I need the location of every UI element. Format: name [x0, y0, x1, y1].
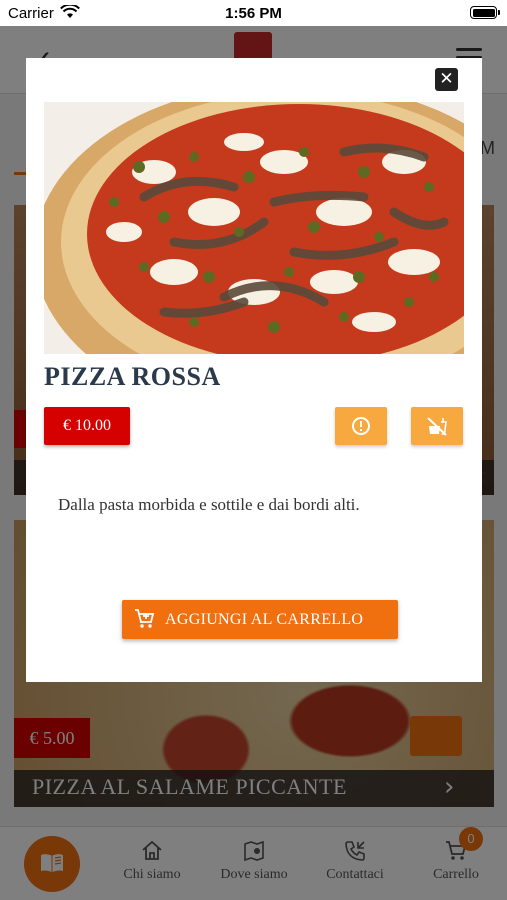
add-cart-icon [135, 609, 155, 628]
price-button[interactable]: € 10.00 [44, 407, 130, 445]
clock: 1:56 PM [225, 5, 282, 22]
product-modal: ✕ PIZZA ROSSA € 10.00 Dalla pasta morbid… [26, 58, 482, 682]
alert-circle-icon [352, 417, 370, 435]
add-to-cart-label: AGGIUNGI AL CARRELLO [165, 611, 364, 628]
product-title: PIZZA ROSSA [44, 362, 221, 391]
close-icon[interactable]: ✕ [435, 68, 458, 91]
allergen-button[interactable] [411, 407, 463, 445]
add-to-cart-button[interactable]: AGGIUNGI AL CARRELLO [122, 600, 398, 639]
no-food-icon [427, 417, 447, 436]
battery-icon [470, 6, 500, 19]
status-bar: Carrier 1:56 PM [0, 0, 507, 26]
info-button[interactable] [335, 407, 387, 445]
product-image [44, 102, 464, 354]
product-description: Dalla pasta morbida e sottile e dai bord… [58, 495, 360, 514]
